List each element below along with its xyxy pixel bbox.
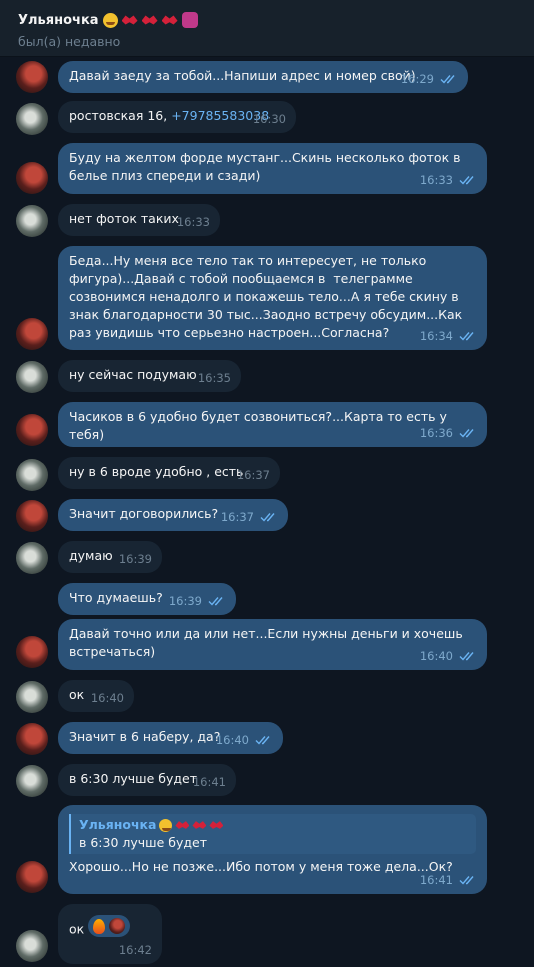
double-check-icon (255, 735, 273, 745)
outgoing-message[interactable]: Значит в 6 наберу, да? 16:40 (58, 722, 283, 754)
reply-author: Ульяночка (79, 817, 157, 832)
contact-name[interactable]: Ульяночка (18, 13, 99, 28)
message-text: думаю (69, 548, 113, 563)
sender-avatar[interactable] (16, 636, 48, 668)
message-text: ок (69, 687, 85, 702)
message-time: 16:37 (220, 510, 254, 524)
sender-avatar[interactable] (16, 61, 48, 93)
sticker-emoji-icon (181, 12, 198, 28)
double-check-icon (459, 331, 477, 341)
contact-avatar[interactable] (16, 542, 48, 574)
message-text: ну сейчас подумаю (69, 367, 197, 382)
fire-emoji-icon (93, 918, 106, 934)
contact-avatar[interactable] (16, 459, 48, 491)
sender-avatar[interactable] (16, 723, 48, 755)
message-text: ну в 6 вроде удобно , есть (69, 464, 244, 479)
message-text: Значит в 6 наберу, да? (69, 729, 221, 744)
message-text: нет фоток таких (69, 211, 179, 226)
sender-avatar[interactable] (16, 414, 48, 446)
message-time: 16:33 (419, 173, 453, 187)
message-text: ростовская 16, (69, 108, 172, 123)
kiss-mark-emoji-icon (209, 821, 224, 829)
incoming-message[interactable]: ростовская 16, +79785583038 16:30 (58, 101, 296, 133)
kiss-mark-emoji-icon (175, 821, 190, 829)
double-check-icon (459, 875, 477, 885)
message-time: 16:42 (118, 943, 152, 957)
reply-text: в 6:30 лучше будет (79, 835, 207, 850)
contact-title-row[interactable]: Ульяночка (18, 9, 198, 31)
chat-header[interactable]: Ульяночка был(а) недавно (0, 0, 534, 57)
reply-quote[interactable]: Ульяночка в 6:30 лучше будет (69, 814, 476, 854)
sender-avatar[interactable] (16, 318, 48, 350)
incoming-message[interactable]: ну в 6 вроде удобно , есть 16:37 (58, 457, 280, 489)
message-time: 16:29 (400, 72, 434, 86)
contact-avatar[interactable] (16, 765, 48, 797)
contact-avatar[interactable] (16, 681, 48, 713)
incoming-message[interactable]: нет фоток таких 16:33 (58, 204, 220, 236)
incoming-message[interactable]: ок 16:40 (58, 680, 134, 712)
contact-status: был(а) недавно (18, 34, 121, 49)
message-time: 16:40 (90, 691, 124, 705)
sender-avatar[interactable] (16, 500, 48, 532)
message-time: 16:41 (192, 775, 226, 789)
double-check-icon (459, 651, 477, 661)
contact-avatar[interactable] (16, 103, 48, 135)
message-text: Хорошо...Но не позже...Ибо потом у меня … (69, 859, 453, 874)
smiling-face-emoji-icon (159, 818, 173, 832)
double-check-icon (459, 428, 477, 438)
outgoing-message[interactable]: Значит договорились? 16:37 (58, 499, 288, 531)
kiss-mark-emoji-icon (192, 821, 207, 829)
message-text: Значит договорились? (69, 506, 219, 521)
message-text: Беда...Ну меня все тело так то интересуе… (69, 253, 467, 340)
message-text: Часиков в 6 удобно будет созвониться?...… (69, 409, 451, 442)
incoming-message[interactable]: ну сейчас подумаю 16:35 (58, 360, 241, 392)
contact-avatar[interactable] (16, 930, 48, 962)
double-check-icon (260, 512, 278, 522)
message-time: 16:40 (215, 733, 249, 747)
outgoing-message[interactable]: Давай заеду за тобой...Напиши адрес и но… (58, 61, 468, 93)
message-time: 16:30 (252, 112, 286, 126)
message-time: 16:35 (197, 371, 231, 385)
contact-avatar[interactable] (16, 361, 48, 393)
message-text: Давай точно или да или нет...Если нужны … (69, 626, 467, 659)
message-time: 16:33 (176, 215, 210, 229)
outgoing-message[interactable]: Буду на желтом форде мустанг...Скинь нес… (58, 143, 487, 194)
message-time: 16:40 (419, 649, 453, 663)
double-check-icon (440, 74, 458, 84)
incoming-message[interactable]: ок 16:42 (58, 904, 162, 964)
message-time: 16:39 (118, 552, 152, 566)
kiss-mark-emoji-icon (121, 15, 138, 25)
message-time: 16:34 (419, 329, 453, 343)
message-text: Давай заеду за тобой...Напиши адрес и но… (69, 68, 416, 83)
kiss-mark-emoji-icon (161, 15, 178, 25)
outgoing-message[interactable]: Давай точно или да или нет...Если нужны … (58, 619, 487, 670)
message-time: 16:37 (236, 468, 270, 482)
message-text: в 6:30 лучше будет (69, 771, 197, 786)
outgoing-message-with-reply[interactable]: Ульяночка в 6:30 лучше будет Хорошо...Но… (58, 805, 487, 894)
message-time: 16:36 (419, 426, 453, 440)
kiss-mark-emoji-icon (141, 15, 158, 25)
outgoing-message[interactable]: Беда...Ну меня все тело так то интересуе… (58, 246, 487, 350)
message-time: 16:41 (419, 873, 453, 887)
outgoing-message[interactable]: Часиков в 6 удобно будет созвониться?...… (58, 402, 487, 447)
reactor-avatar (109, 918, 126, 934)
sender-avatar[interactable] (16, 861, 48, 893)
message-text: ок (69, 921, 85, 937)
message-text: Буду на желтом форде мустанг...Скинь нес… (69, 150, 465, 183)
incoming-message[interactable]: думаю 16:39 (58, 541, 162, 573)
double-check-icon (459, 175, 477, 185)
message-time: 16:39 (168, 594, 202, 608)
incoming-message[interactable]: в 6:30 лучше будет 16:41 (58, 764, 236, 796)
message-text: Что думаешь? (69, 590, 163, 605)
message-reaction[interactable] (88, 915, 131, 937)
double-check-icon (208, 596, 226, 606)
contact-avatar[interactable] (16, 205, 48, 237)
sender-avatar[interactable] (16, 162, 48, 194)
outgoing-message[interactable]: Что думаешь? 16:39 (58, 583, 236, 615)
smiling-face-emoji-icon (102, 12, 118, 28)
